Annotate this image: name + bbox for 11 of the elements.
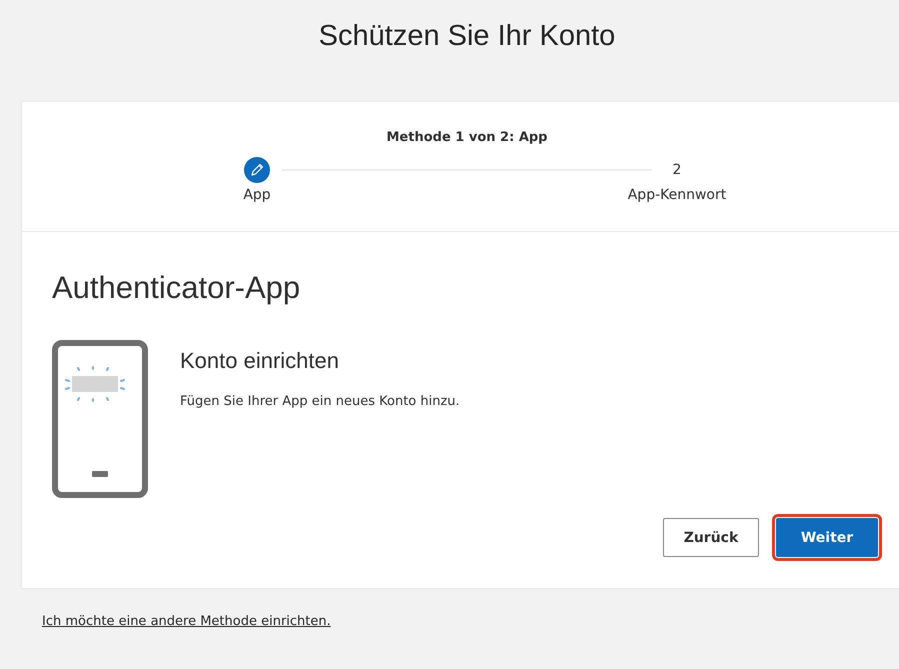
- section-heading: Authenticator-App: [52, 270, 302, 306]
- step-heading: Konto einrichten: [180, 348, 340, 374]
- step-number: 2: [672, 161, 682, 180]
- step-caption: Methode 1 von 2: App: [385, 130, 548, 145]
- step-description: Fügen Sie Ihrer App ein neues Konto hinzu.: [180, 394, 460, 409]
- step-label: App: [243, 187, 271, 203]
- back-button[interactable]: Zurück: [663, 518, 759, 557]
- step-label: App-Kennwort: [628, 187, 726, 203]
- phone-icon: [52, 340, 148, 498]
- other-method-link[interactable]: Ich möchte eine andere Methode einrichten.: [42, 614, 331, 629]
- page-title: Schützen Sie Ihr Konto: [318, 19, 616, 54]
